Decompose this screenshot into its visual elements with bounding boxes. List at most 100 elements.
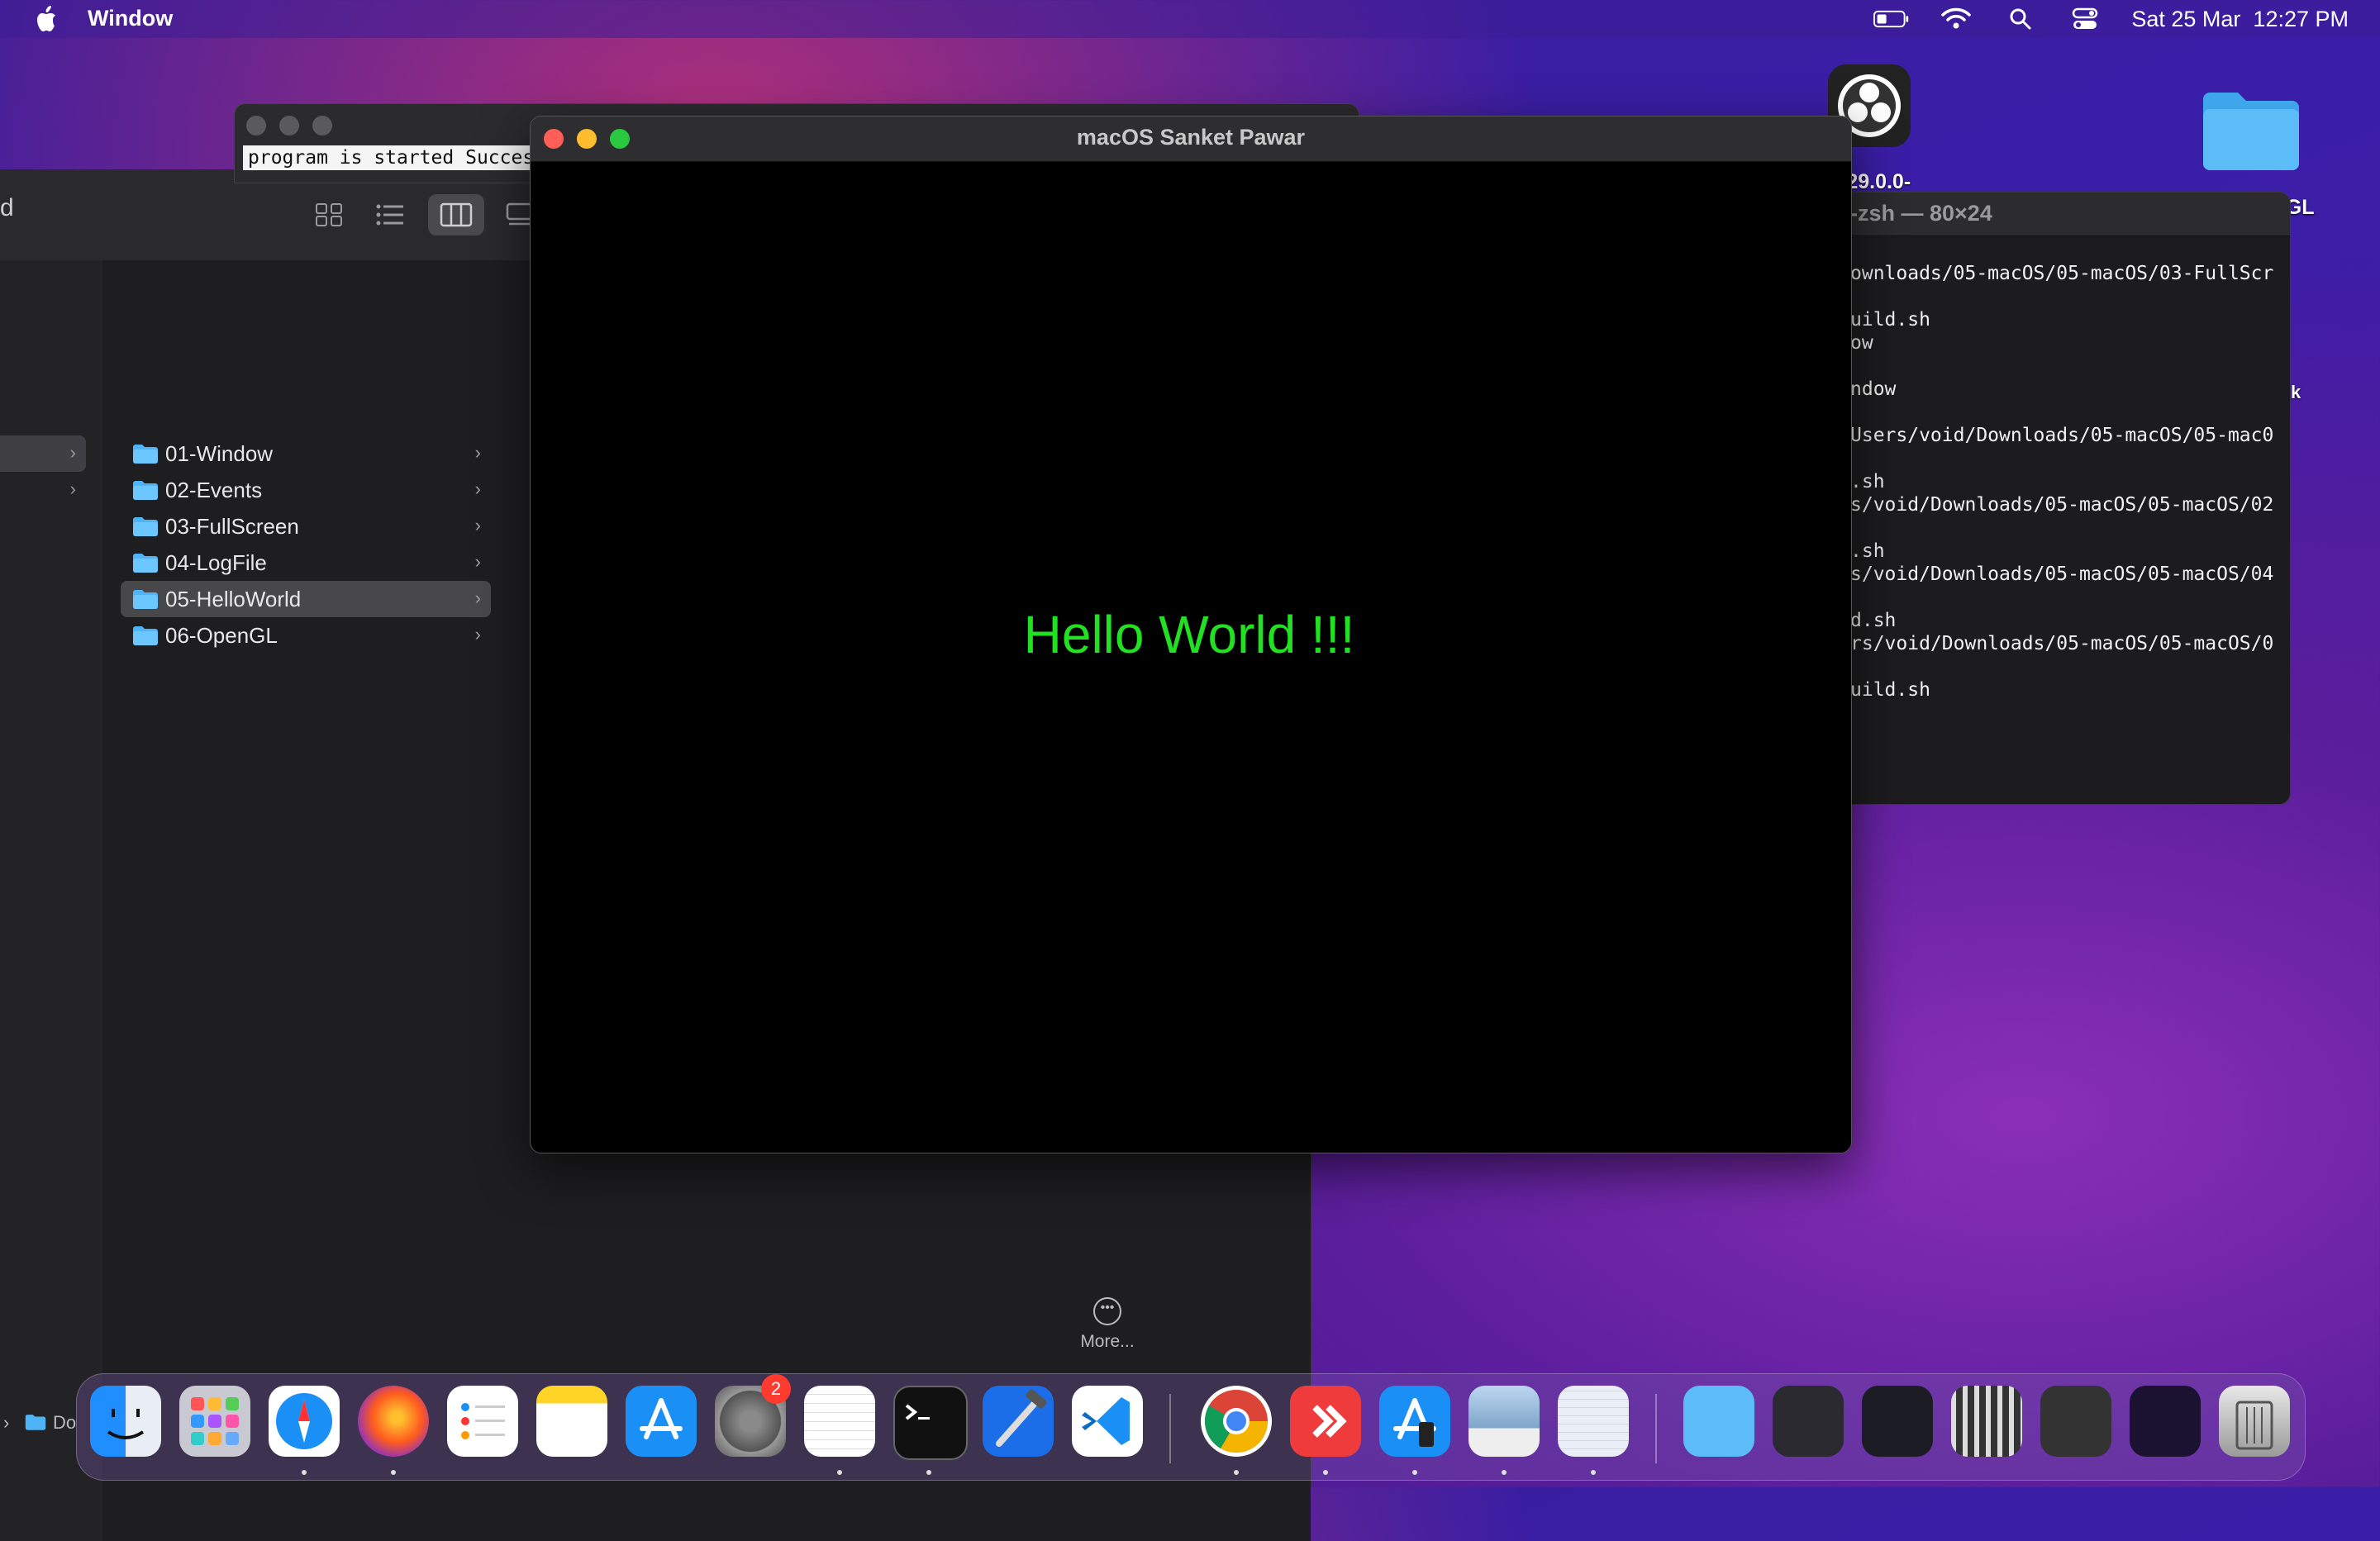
folder-row-04-logfile[interactable]: 04-LogFile › xyxy=(121,545,491,581)
terminal-output: ownloads/05-macOS/05-macOS/03-FullScr ui… xyxy=(1850,262,2273,701)
textedit-dock-icon[interactable] xyxy=(804,1386,875,1457)
chrome-icon xyxy=(1204,1390,1269,1453)
finder-dock-icon[interactable] xyxy=(90,1386,161,1457)
dock: 2 xyxy=(76,1373,2306,1481)
terminal-line: ow xyxy=(1850,332,1873,354)
folder-label: 04-LogFile xyxy=(165,550,267,575)
folder-icon xyxy=(133,445,158,464)
simulator-dock-icon[interactable] xyxy=(1379,1386,1450,1457)
terminal-line: ownloads/05-macOS/05-macOS/03-FullScr xyxy=(1850,263,2274,284)
finder-path-bar[interactable]: › Do xyxy=(0,1399,83,1448)
notes-dock-icon[interactable] xyxy=(536,1386,607,1457)
minimized-window-thumbnail[interactable] xyxy=(1773,1386,1844,1457)
folder-row-02-events[interactable]: 02-Events › xyxy=(121,472,491,508)
desktop-folder-icon[interactable] xyxy=(2202,89,2301,172)
chevron-right-icon: › xyxy=(474,478,481,499)
app-store-dock-icon[interactable] xyxy=(626,1386,697,1457)
folder-icon xyxy=(133,481,158,500)
preview-dock-icon[interactable] xyxy=(1468,1386,1540,1457)
running-indicator xyxy=(837,1470,842,1475)
folder-icon xyxy=(133,554,158,573)
column-view-button[interactable] xyxy=(428,194,484,235)
app-menu-name[interactable]: Window xyxy=(88,6,173,31)
chevron-right-icon: › xyxy=(474,515,481,535)
control-center-icon[interactable] xyxy=(2067,4,2103,34)
trash-icon xyxy=(2235,1401,2273,1450)
chevron-right-icon: › xyxy=(69,478,76,499)
finder-face-icon xyxy=(107,1409,145,1439)
folder-row-03-fullscreen[interactable]: 03-FullScreen › xyxy=(121,508,491,545)
xcode-dock-icon[interactable] xyxy=(983,1386,1054,1457)
minimized-window-thumbnail[interactable] xyxy=(1862,1386,1933,1457)
folder-icon xyxy=(133,517,158,536)
sidebar-row-selected[interactable]: › xyxy=(0,435,86,472)
safari-dock-icon[interactable] xyxy=(269,1386,340,1457)
grid-app-dock-icon[interactable] xyxy=(1558,1386,1629,1457)
grid-icon xyxy=(316,203,342,226)
trash-dock-icon[interactable] xyxy=(2219,1386,2290,1457)
firefox-dock-icon[interactable] xyxy=(358,1386,429,1457)
terminal-dock-icon[interactable] xyxy=(893,1386,968,1460)
vscode-dock-icon[interactable] xyxy=(1072,1386,1143,1457)
safari-compass-icon xyxy=(276,1393,332,1449)
terminal-line: rs/void/Downloads/05-macOS/05-macOS/0 xyxy=(1850,633,2274,654)
close-button[interactable] xyxy=(246,116,266,136)
folder-icon xyxy=(25,1415,46,1430)
minimized-window-thumbnail[interactable] xyxy=(2130,1386,2201,1457)
running-indicator xyxy=(391,1470,396,1475)
list-view-button[interactable] xyxy=(362,194,418,235)
status-items: Sat 25 Mar 12:27 PM xyxy=(1873,0,2349,38)
minimized-window-thumbnail[interactable] xyxy=(1951,1386,2022,1457)
menu-clock[interactable]: Sat 25 Mar 12:27 PM xyxy=(2131,7,2349,32)
terminal-line: .sh xyxy=(1850,540,1885,562)
vscode-icon xyxy=(1082,1397,1130,1445)
folder-label: 02-Events xyxy=(165,478,263,502)
terminal-window: -zsh — 80×24 ownloads/05-macOS/05-macOS/… xyxy=(1826,192,2291,805)
desktop-item-label: k xyxy=(2291,382,2301,402)
apple-menu-icon[interactable] xyxy=(33,5,58,33)
chevron-right-icon: › xyxy=(69,442,76,463)
spotlight-search-icon[interactable] xyxy=(2002,4,2039,34)
terminal-line: .sh xyxy=(1850,471,1885,492)
reminders-dock-icon[interactable] xyxy=(447,1386,518,1457)
anydesk-icon xyxy=(1312,1405,1347,1438)
running-indicator xyxy=(1323,1470,1328,1475)
hello-message: Hello World !!! xyxy=(1023,605,1355,664)
battery-icon[interactable] xyxy=(1873,4,1910,34)
sidebar-row[interactable]: › xyxy=(0,472,86,508)
terminal-title: -zsh — 80×24 xyxy=(1850,201,1992,226)
running-indicator xyxy=(1502,1470,1507,1475)
folder-row-05-helloworld[interactable]: 05-HelloWorld › xyxy=(121,581,491,617)
anydesk-dock-icon[interactable] xyxy=(1290,1386,1361,1457)
notification-badge: 2 xyxy=(761,1374,791,1404)
chrome-dock-icon[interactable] xyxy=(1201,1386,1272,1457)
downloads-stack-dock-icon[interactable] xyxy=(1683,1386,1754,1457)
folder-row-01-window[interactable]: 01-Window › xyxy=(121,435,491,472)
window-titlebar: macOS Sanket Pawar xyxy=(531,117,1851,162)
icon-view-button[interactable] xyxy=(301,194,357,235)
terminal-line: Users/void/Downloads/05-macOS/05-mac0 xyxy=(1850,425,2274,446)
terminal-line: uild.sh xyxy=(1850,679,1930,701)
launchpad-icon xyxy=(191,1397,239,1445)
system-settings-dock-icon[interactable]: 2 xyxy=(715,1374,791,1457)
window-title: macOS Sanket Pawar xyxy=(1076,125,1306,150)
terminal-line: s/void/Downloads/05-macOS/05-macOS/04 xyxy=(1850,564,2274,585)
folder-row-06-opengl[interactable]: 06-OpenGL › xyxy=(121,617,491,654)
folder-label: 01-Window xyxy=(165,441,274,466)
minimized-window-thumbnail[interactable] xyxy=(2040,1386,2111,1457)
launchpad-dock-icon[interactable] xyxy=(179,1386,250,1457)
wifi-icon[interactable] xyxy=(1938,4,1974,34)
list-icon xyxy=(376,204,403,226)
folder-label: 06-OpenGL xyxy=(165,623,278,648)
console-output: program is started Success xyxy=(243,145,551,170)
chevron-right-icon: › xyxy=(474,587,481,608)
minimize-button[interactable] xyxy=(279,116,299,136)
running-indicator xyxy=(1412,1470,1417,1475)
app-store-icon xyxy=(1393,1398,1436,1447)
terminal-line: d.sh xyxy=(1850,610,1897,631)
zoom-button[interactable] xyxy=(312,116,332,136)
more-button[interactable]: ••• More... xyxy=(1066,1297,1149,1352)
terminal-line: ndow xyxy=(1850,378,1897,400)
chevron-right-icon: › xyxy=(474,442,481,463)
running-indicator xyxy=(1234,1470,1239,1475)
